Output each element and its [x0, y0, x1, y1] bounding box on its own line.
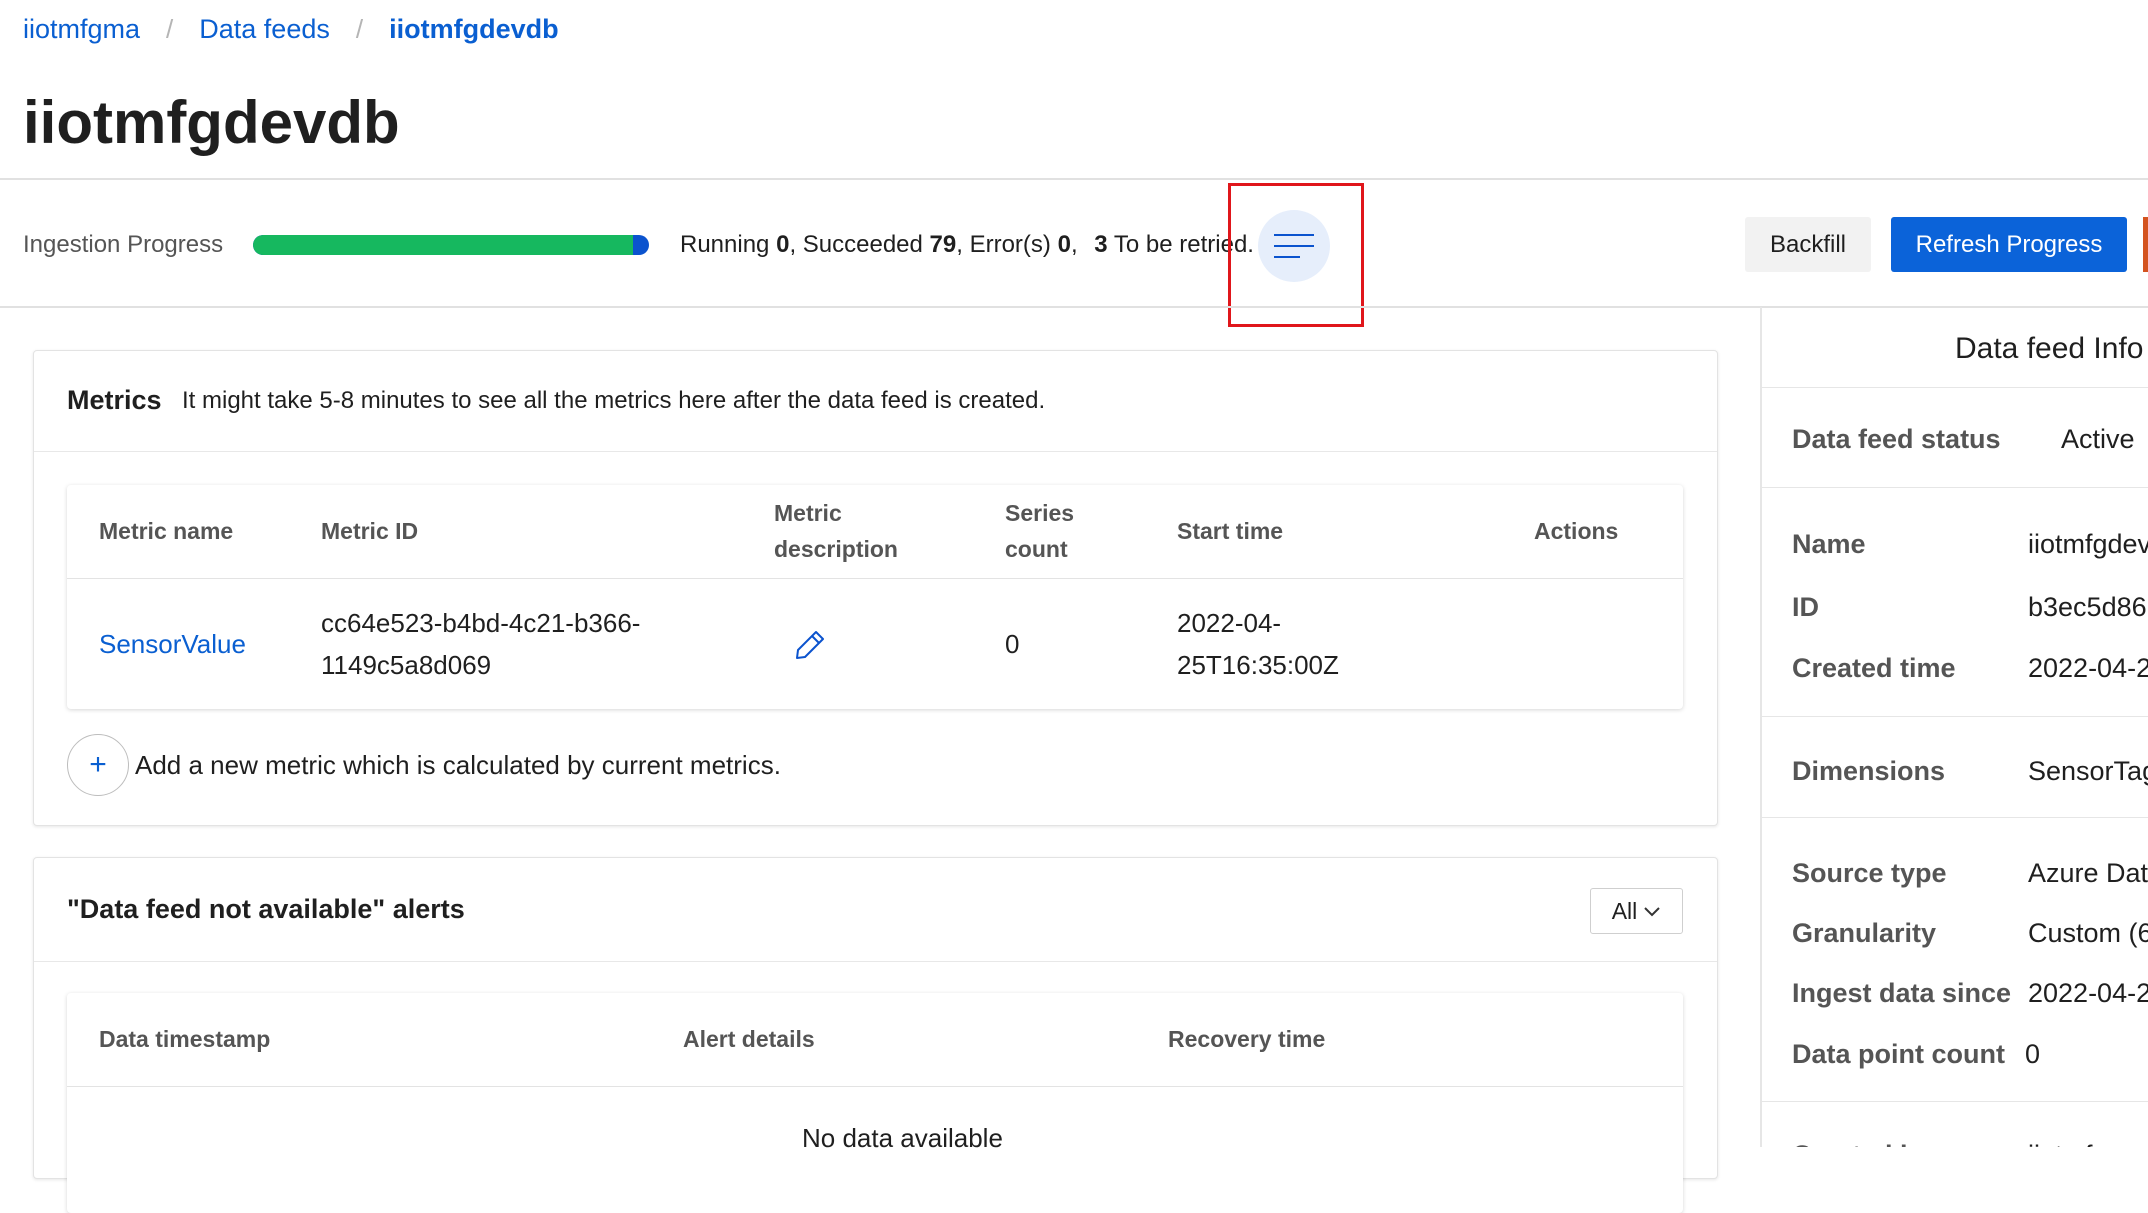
col-recovery-time: Recovery time — [1168, 1026, 1326, 1052]
succeeded-label: Succeeded — [802, 231, 923, 258]
breadcrumb-separator: / — [355, 13, 364, 44]
alerts-filter-dropdown[interactable]: All — [1590, 888, 1683, 934]
alerts-empty-text: No data available — [802, 1123, 1003, 1153]
running-label: Running — [680, 231, 770, 258]
ingestion-progress-label: Ingestion Progress — [23, 231, 224, 258]
col-start-time: Start time — [1177, 518, 1284, 544]
breadcrumb-link-iiotmfgma[interactable]: iiotmfgma — [23, 14, 140, 45]
col-metric-description-2: description — [774, 536, 898, 562]
backfill-button[interactable]: Backfill — [1745, 217, 1871, 272]
col-metric-description: Metric — [774, 500, 842, 526]
col-series-count-2: count — [1005, 536, 1068, 562]
alerts-filter-value: All — [1611, 897, 1638, 924]
col-alert-details: Alert details — [683, 1026, 815, 1052]
info-dimensions-value: SensorTag — [2028, 756, 2148, 786]
info-name-label: Name — [1792, 529, 1866, 559]
chevron-down-icon — [1644, 907, 1660, 917]
errors-count: 0 — [1057, 231, 1071, 258]
metric-id-line2: 1149c5a8d069 — [321, 650, 492, 680]
ingestion-status-text: Running 0, Succeeded 79, Error(s) 0, 3 T… — [680, 231, 1254, 258]
pencil-icon — [796, 631, 824, 659]
info-status-value: Active — [2061, 424, 2135, 454]
cropped-button-edge — [2143, 217, 2148, 272]
data-feed-info-panel: Data feed Info Data feed status Active N… — [1760, 307, 2148, 1147]
breadcrumb-link-data-feeds[interactable]: Data feeds — [199, 14, 330, 45]
info-ingest-label: Ingest data since — [1792, 978, 2012, 1008]
edit-description-button[interactable] — [794, 629, 826, 666]
info-created-label: Created time — [1792, 653, 1956, 683]
retry-count: 3 — [1094, 231, 1108, 258]
alerts-card-header: "Data feed not available" alerts All — [34, 858, 1717, 962]
info-source-value: Azure Dat — [2028, 858, 2148, 888]
metrics-card: Metrics It might take 5-8 minutes to see… — [33, 350, 1718, 826]
info-status-label: Data feed status — [1792, 424, 2001, 454]
metrics-card-header: Metrics It might take 5-8 minutes to see… — [34, 351, 1717, 452]
info-name-value: iiotmfgdev — [2028, 529, 2148, 559]
ingestion-details-button[interactable] — [1258, 210, 1330, 282]
breadcrumb-current: iiotmfgdevdb — [389, 13, 559, 44]
metrics-title: Metrics — [67, 385, 162, 415]
retry-label: To be retried. — [1113, 231, 1254, 258]
errors-label: Error(s) — [969, 231, 1051, 258]
alerts-table-header: Data timestamp Alert details Recovery ti… — [67, 993, 1683, 1087]
col-data-timestamp: Data timestamp — [99, 1026, 271, 1052]
info-created-value: 2022-04-2 — [2028, 653, 2148, 683]
header-divider — [0, 178, 2148, 180]
metrics-table: Metric name Metric ID Metric description… — [67, 485, 1683, 709]
add-metric-label: Add a new metric which is calculated by … — [135, 749, 781, 780]
ingestion-progress-fill — [253, 235, 634, 255]
info-dimensions-label: Dimensions — [1792, 756, 1946, 786]
metrics-table-header: Metric name Metric ID Metric description… — [67, 485, 1683, 579]
start-time-line2: 25T16:35:00Z — [1177, 650, 1339, 680]
breadcrumb-separator: / — [166, 13, 174, 44]
page-title: iiotmfgdevdb — [23, 89, 400, 156]
info-granularity-value: Custom (6 — [2028, 918, 2148, 948]
running-count: 0 — [776, 231, 790, 258]
metrics-hint: It might take 5-8 minutes to see all the… — [182, 387, 1046, 414]
info-points-value: 0 — [2025, 1039, 2041, 1069]
col-metric-name: Metric name — [99, 518, 234, 544]
info-ingest-value: 2022-04-2 — [2028, 978, 2148, 1008]
metric-name-link[interactable]: SensorValue — [99, 623, 246, 665]
breadcrumb: iiotmfgma / Data feeds / iiotmfgdevdb — [23, 10, 559, 48]
info-source-label: Source type — [1792, 858, 1947, 888]
col-series-count: Series — [1005, 500, 1075, 526]
alerts-table: Data timestamp Alert details Recovery ti… — [67, 993, 1683, 1213]
succeeded-count: 79 — [929, 231, 957, 258]
table-row: SensorValue cc64e523-b4bd-4c21-b366- 114… — [67, 579, 1683, 709]
col-metric-id: Metric ID — [321, 518, 419, 544]
info-divider — [1762, 387, 2148, 388]
alerts-card: "Data feed not available" alerts All Dat… — [33, 857, 1718, 1213]
info-panel-title: Data feed Info — [1955, 332, 2144, 365]
info-divider — [1762, 487, 2148, 488]
alerts-title: "Data feed not available" alerts — [67, 894, 465, 924]
col-actions: Actions — [1534, 518, 1619, 544]
add-metric-button[interactable]: + Add a new metric which is calculated b… — [67, 734, 781, 796]
refresh-progress-button[interactable]: Refresh Progress — [1891, 217, 2127, 272]
plus-icon: + — [67, 734, 129, 796]
metric-id-line1: cc64e523-b4bd-4c21-b366- — [321, 608, 641, 638]
info-id-value: b3ec5d86 — [2028, 592, 2147, 622]
info-creator-label: Created by — [1792, 1135, 1932, 1147]
ingestion-progress-bar — [253, 235, 649, 255]
info-points-label: Data point count — [1792, 1039, 2005, 1069]
info-divider — [1762, 817, 2148, 818]
start-time-line1: 2022-04- — [1177, 608, 1282, 638]
series-count-value: 0 — [1005, 629, 1020, 659]
info-id-label: ID — [1792, 592, 1819, 622]
info-granularity-label: Granularity — [1792, 918, 1937, 948]
info-divider — [1762, 716, 2148, 717]
info-divider — [1762, 1101, 2148, 1102]
list-icon — [1274, 234, 1314, 258]
info-creator-value: iiotmfg — [2028, 1135, 2108, 1147]
